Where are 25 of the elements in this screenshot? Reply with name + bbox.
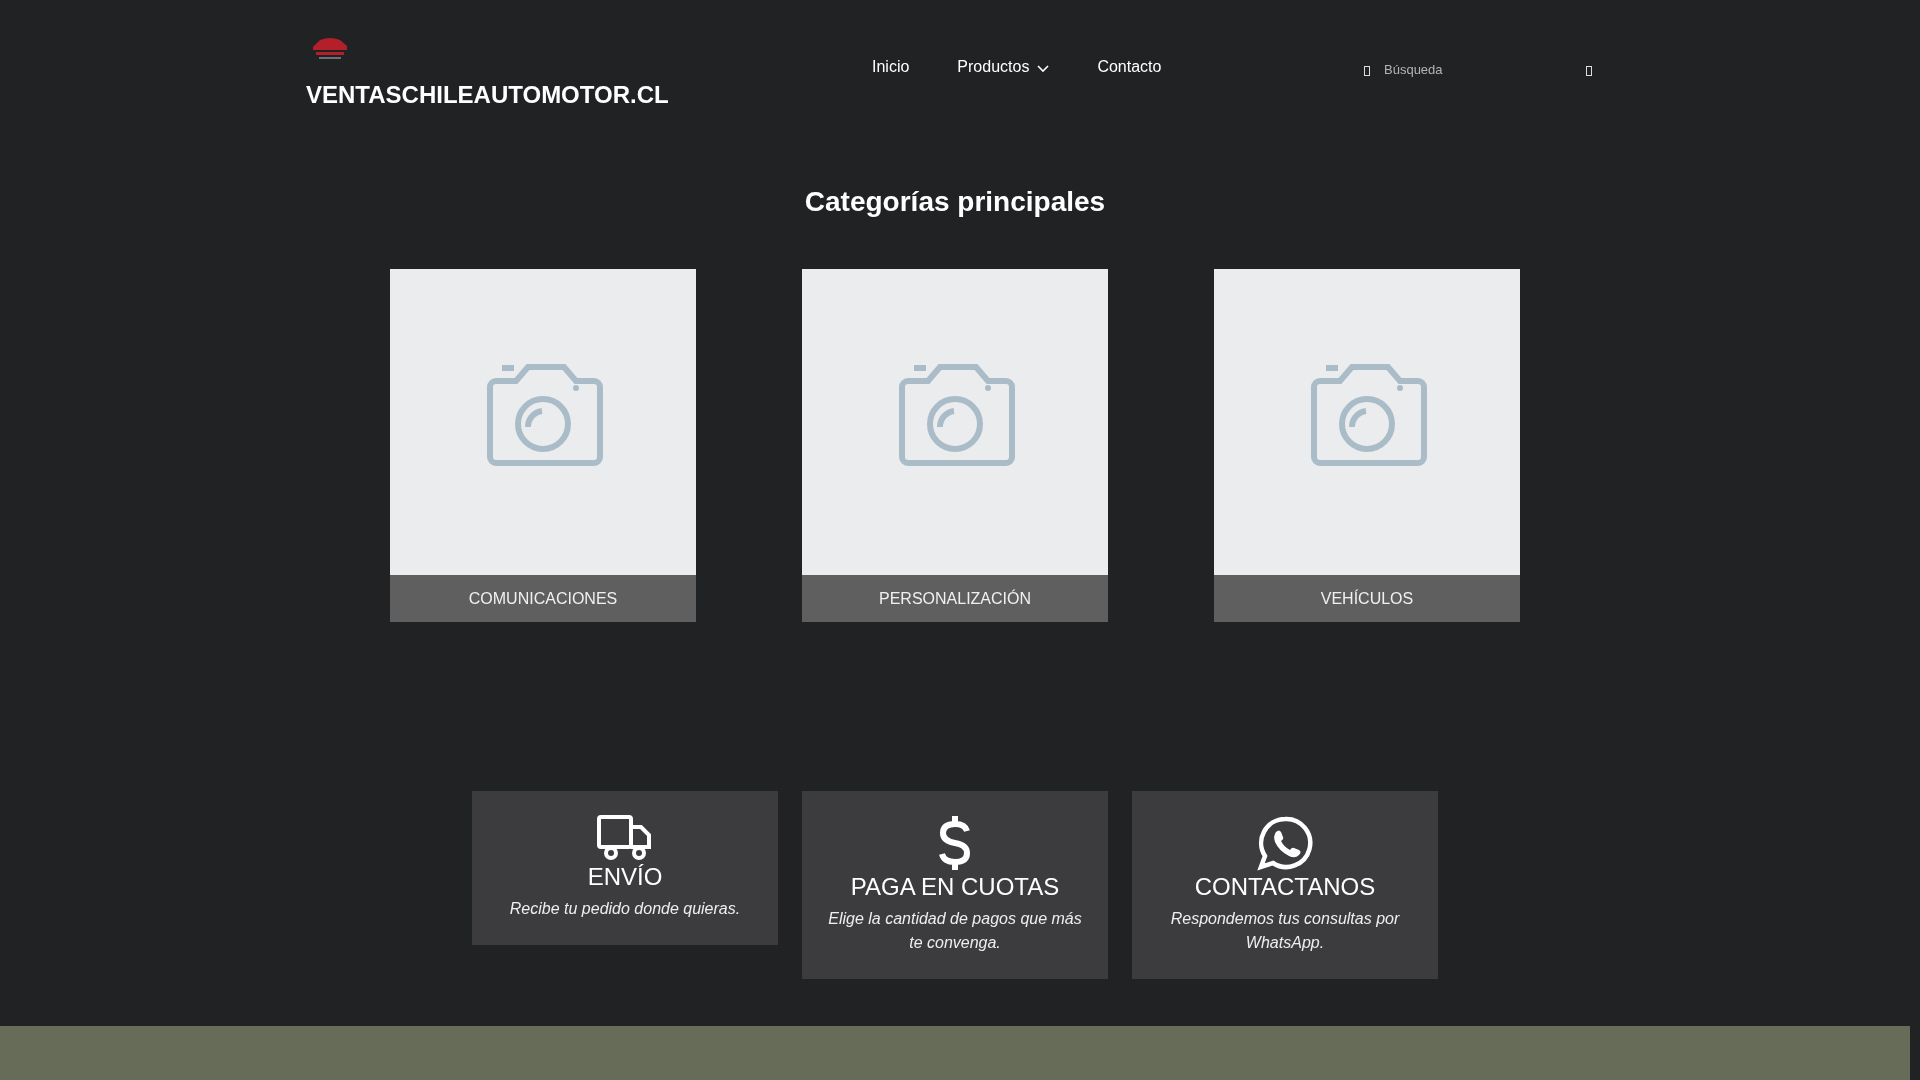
- dollar-icon: [938, 815, 972, 871]
- site-title[interactable]: VENTASCHILEAUTOMOTOR.CL: [306, 81, 866, 109]
- feature-title: ENVÍO: [587, 863, 663, 891]
- category-label: PERSONALIZACIÓN: [802, 575, 1108, 622]
- search-field[interactable]: Búsqueda: [1384, 61, 1580, 77]
- category-label: COMUNICACIONES: [390, 575, 696, 622]
- section-title: Categorías principales: [804, 186, 1106, 218]
- glyph-box-icon: [1364, 66, 1370, 76]
- logo-icon[interactable]: [310, 35, 350, 61]
- feature-text: Respondemos tus consultas por WhatsApp.: [1169, 909, 1401, 953]
- nav-link[interactable]: Productos: [957, 58, 1050, 76]
- feature-text: Elige la cantidad de pagos que más te convenga.: [827, 909, 1083, 953]
- category-card[interactable]: VEHÍCULOS: [1214, 269, 1520, 622]
- category-label: VEHÍCULOS: [1214, 575, 1520, 622]
- nav-link[interactable]: Contacto: [1097, 58, 1162, 76]
- feature-text: Recibe tu pedido donde quieras.: [509, 899, 741, 919]
- search-icon[interactable]: [1586, 66, 1592, 76]
- chat-bubble-icon: [1257, 815, 1313, 871]
- truck-icon: [597, 815, 653, 861]
- category-card[interactable]: COMUNICACIONES: [390, 269, 696, 622]
- feature-title: CONTACTANOS: [1194, 873, 1376, 901]
- nav-link[interactable]: Inicio: [872, 58, 910, 76]
- feature-title: PAGA EN CUOTAS: [850, 873, 1060, 901]
- category-card[interactable]: PERSONALIZACIÓN: [802, 269, 1108, 622]
- caret-icon: [1037, 64, 1050, 73]
